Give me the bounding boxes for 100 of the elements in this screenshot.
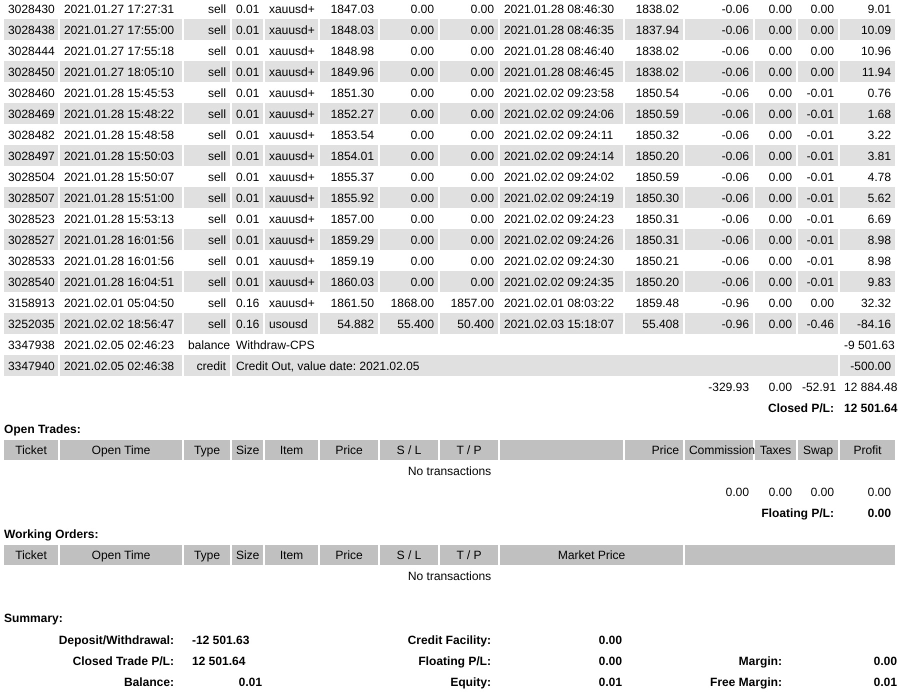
table-cell-text: 3028430 [7, 0, 56, 18]
column-header: Price [625, 440, 685, 460]
empty-message: No transactions [406, 462, 492, 480]
table-cell-text: 0.00 [410, 84, 435, 102]
column-header: Taxes [755, 440, 798, 460]
column-header: S / L [380, 440, 440, 460]
table-cell-text: 0.00 [410, 210, 435, 228]
table-cell-text: 6.69 [866, 210, 892, 228]
table-cell-text: sell [206, 294, 227, 312]
table-cell-text: 0.00 [810, 0, 835, 18]
table-cell-text: 0.00 [768, 210, 793, 228]
table-cell-text: 0.01 [235, 210, 260, 228]
column-header: Ticket [4, 545, 60, 565]
column-header: Ticket [4, 440, 60, 460]
table-cell-text: 0.00 [768, 168, 793, 186]
table-cell-text: -0.01 [806, 210, 835, 228]
table-cell-text: 0.00 [410, 0, 435, 18]
table-cell-text: 0.00 [768, 126, 793, 144]
table-cell-text: 3028504 [7, 168, 56, 186]
table-cell-text: 3028523 [7, 210, 56, 228]
table-cell-text: 1850.31 [634, 210, 680, 228]
table-cell-text: 2021.01.28 15:50:07 [63, 168, 176, 186]
column-header: Market Price [500, 545, 686, 565]
table-cell-text: sell [206, 126, 227, 144]
total-label: Closed P/L: [766, 400, 835, 416]
table-cell-text: sell [206, 252, 227, 270]
column-header: S / L [380, 545, 440, 565]
table-cell-text: 2021.02.02 09:24:23 [503, 210, 616, 228]
table-cell-text: xauusd+ [268, 210, 316, 228]
table-cell-text: balance [187, 336, 232, 354]
table-cell-text: xauusd+ [268, 0, 316, 18]
summary-label: Free Margin: [710, 674, 783, 688]
table-cell-text: sell [206, 0, 227, 18]
table-cell-text: 2021.02.02 09:24:11 [503, 126, 614, 144]
summary-label: Balance: [124, 674, 175, 688]
table-cell-text: 0.00 [810, 42, 835, 60]
table-cell-text: 2021.02.01 05:04:50 [63, 294, 176, 312]
table-cell-text: -0.06 [720, 0, 750, 18]
table-cell-text: 4.78 [866, 168, 892, 186]
table-cell-text: xauusd+ [268, 42, 316, 60]
table-cell-text: 1850.54 [634, 84, 680, 102]
table-cell-text: 2021.01.27 17:55:18 [63, 42, 176, 60]
table-cell-text: 0.00 [470, 42, 495, 60]
table-cell-text: 1850.21 [634, 252, 680, 270]
column-header: T / P [440, 545, 500, 565]
table-cell-text: 2021.01.28 08:46:30 [503, 0, 616, 18]
table-cell-text: 1838.02 [634, 0, 680, 18]
summary-label: Credit Facility: [408, 632, 492, 646]
table-cell-text: 1850.59 [634, 168, 680, 186]
section-title: Open Trades: [4, 421, 82, 438]
table-cell-text: -0.96 [720, 294, 750, 312]
table-cell-text: -0.01 [806, 126, 835, 144]
summary-value: 0.00 [598, 632, 622, 646]
table-cell-text: 2021.01.28 16:01:56 [63, 252, 176, 270]
table-cell-text: 2021.02.01 08:03:22 [503, 294, 616, 312]
table-cell-text: 1853.54 [330, 126, 375, 144]
table-cell-text: 0.00 [768, 252, 793, 270]
table-cell-text: 0.00 [470, 252, 495, 270]
table-cell-text: Withdraw-CPS [235, 336, 316, 354]
table-cell-text: 9.01 [866, 0, 892, 18]
table-cell-text: sell [206, 42, 227, 60]
table-cell-text: 3028460 [7, 84, 56, 102]
table-cell-text: xauusd+ [268, 252, 316, 270]
section-title: Summary: [4, 610, 64, 627]
table-cell-text: 0.00 [768, 378, 793, 396]
table-cell-text: 0.01 [235, 0, 260, 18]
column-header: Commission [685, 440, 755, 460]
table-cell-text: 0.01 [235, 168, 260, 186]
column-header: T / P [440, 440, 500, 460]
table-cell-text: 2021.01.28 15:45:53 [63, 84, 176, 102]
table-cell-text: 10.96 [860, 42, 892, 60]
total-label: Floating P/L: [760, 504, 835, 522]
column-header: Size [232, 440, 265, 460]
table-cell-text: 0.00 [470, 84, 495, 102]
table-cell-text: 0.01 [235, 42, 260, 60]
table-cell-text: 0.00 [410, 126, 435, 144]
table-cell-text: xauusd+ [268, 168, 316, 186]
table-cell-text: sell [206, 84, 227, 102]
table-cell-text: -329.93 [707, 378, 750, 396]
column-header: Profit [840, 440, 897, 460]
table-cell-text: 0.01 [235, 126, 260, 144]
table-cell-text: 3158913 [7, 294, 56, 312]
table-cell-text: 1861.50 [330, 294, 375, 312]
summary-label: Margin: [738, 654, 783, 668]
section-title: Working Orders: [4, 526, 100, 543]
table-cell-text: 1850.32 [634, 126, 680, 144]
table-cell-text: 3028444 [7, 42, 56, 60]
table-cell-text: 3028533 [7, 252, 56, 270]
table-cell-text: sell [206, 168, 227, 186]
summary-value: 0.00 [598, 654, 622, 668]
column-header: Item [265, 440, 320, 460]
table-cell-text: 1857.00 [330, 210, 375, 228]
table-cell-text: 0.00 [810, 484, 835, 500]
empty-message: No transactions [406, 568, 492, 584]
table-cell-text: -0.06 [720, 42, 750, 60]
table-cell-text: 2021.01.27 17:27:31 [63, 0, 176, 18]
table-cell-text: 1857.00 [450, 294, 495, 312]
summary-label: Closed Trade P/L: [72, 654, 175, 668]
table-cell-text: 0.00 [470, 126, 495, 144]
table-cell-text: 0.00 [768, 294, 793, 312]
